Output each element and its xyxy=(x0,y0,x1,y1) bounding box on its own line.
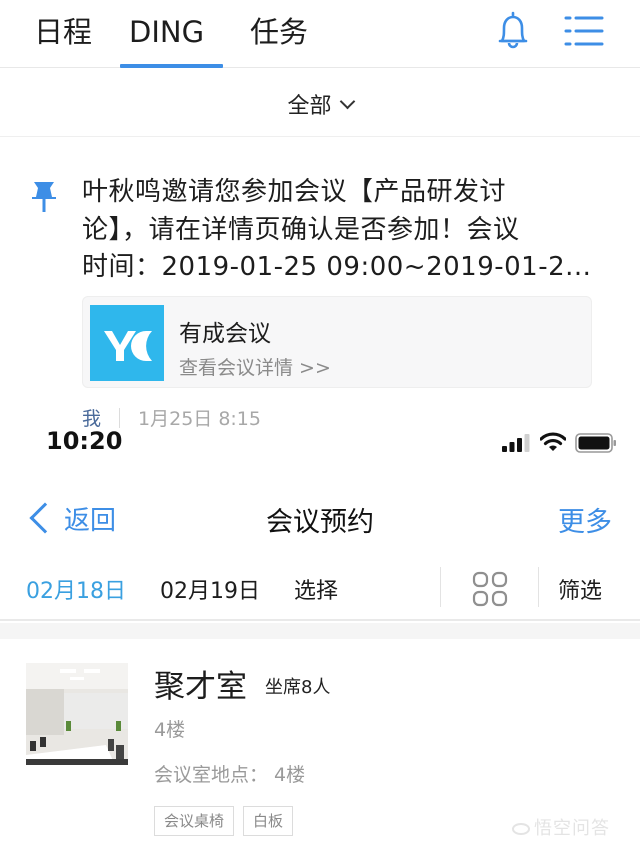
message-line: 论】，请在详情页确认是否参加！会议 xyxy=(82,214,520,245)
room-photo xyxy=(26,663,128,765)
tab-ding[interactable]: DING xyxy=(129,12,204,52)
message-line: 时间：2019-01-25 09:00~2019-01-2... xyxy=(82,252,592,282)
top-tab-bar: 日程 DING 任务 xyxy=(0,0,640,68)
message-timestamp: 1月25日 8:15 xyxy=(138,408,261,430)
pin-icon xyxy=(32,182,56,212)
card-title: 有成会议 xyxy=(179,321,271,347)
date-selector-bar: 02月18日 02月19日 选择 筛选 xyxy=(0,555,640,621)
message-line: 叶秋鸣邀请您参加会议【产品研发讨 xyxy=(82,177,507,207)
room-capacity: 坐席8人 xyxy=(265,677,331,698)
battery-icon xyxy=(575,433,616,453)
room-name: 聚才室 xyxy=(154,669,247,705)
filter-dropdown[interactable]: 全部 xyxy=(0,69,640,137)
menu-list-icon[interactable] xyxy=(564,14,604,48)
tab-schedule[interactable]: 日程 xyxy=(34,12,92,52)
watermark: 悟空问答 xyxy=(512,814,610,840)
signal-icon xyxy=(502,434,530,452)
meeting-app-card[interactable]: 有成会议 查看会议详情 >> xyxy=(82,296,592,388)
yc-logo-icon xyxy=(90,305,164,381)
choose-date-button[interactable]: 选择 xyxy=(294,573,338,605)
filter-label: 全部 xyxy=(287,94,332,119)
tab-tasks[interactable]: 任务 xyxy=(250,12,308,52)
divider xyxy=(538,567,539,607)
room-floor: 4楼 xyxy=(154,719,186,741)
divider xyxy=(440,567,441,607)
divider xyxy=(119,408,121,428)
facility-tag: 白板 xyxy=(243,806,294,836)
grid-view-icon[interactable] xyxy=(472,571,508,607)
room-location: 会议室地点： 4楼 xyxy=(154,764,306,786)
date-tab[interactable]: 02月19日 xyxy=(160,573,260,605)
chevron-down-icon xyxy=(339,93,355,110)
date-tab-selected[interactable]: 02月18日 xyxy=(26,573,126,605)
navigation-bar: 返回 会议预约 更多 xyxy=(0,490,640,546)
status-bar-time: 10:20 xyxy=(46,427,123,455)
room-facility-tags: 会议桌椅 白板 xyxy=(154,806,294,836)
ding-message[interactable]: 叶秋鸣邀请您参加会议【产品研发讨 论】，请在详情页确认是否参加！会议 时间：20… xyxy=(82,174,602,287)
more-button[interactable]: 更多 xyxy=(558,500,612,539)
view-meeting-details-link[interactable]: 查看会议详情 >> xyxy=(179,353,331,380)
wifi-icon xyxy=(540,432,566,451)
active-tab-indicator xyxy=(120,64,223,68)
watermark-logo-icon xyxy=(512,823,530,835)
watermark-text: 悟空问答 xyxy=(534,818,610,839)
bell-icon[interactable] xyxy=(494,10,532,52)
facility-tag: 会议桌椅 xyxy=(154,806,235,836)
section-gap xyxy=(0,623,640,639)
filter-button[interactable]: 筛选 xyxy=(558,573,602,605)
page-title: 会议预约 xyxy=(266,507,374,538)
